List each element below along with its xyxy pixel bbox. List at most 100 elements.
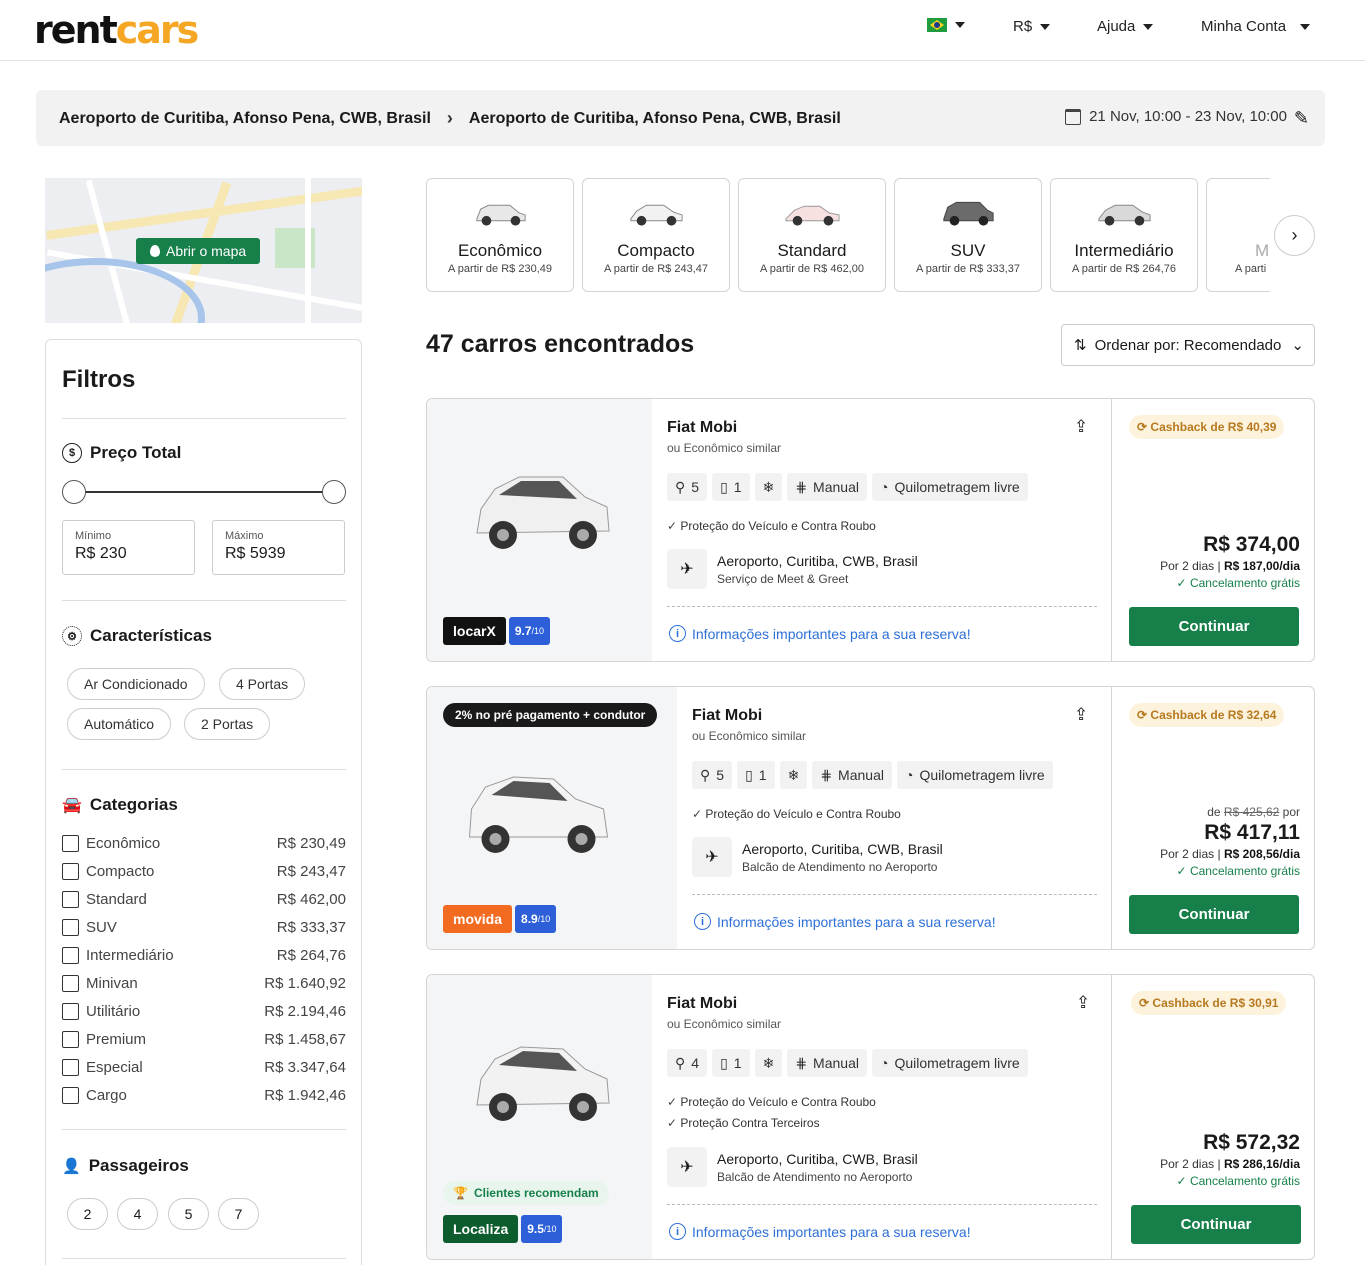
car-photo	[476, 1046, 610, 1121]
ac-feature: ❄	[754, 1049, 783, 1077]
continue-button[interactable]: Continuar	[1129, 607, 1299, 646]
checkbox[interactable]	[62, 947, 79, 964]
slider-max-handle[interactable]	[322, 480, 346, 504]
sort-dropdown[interactable]: ⇅ Ordenar por: Recomendado ⌄	[1061, 324, 1315, 366]
cashback-icon: ⟳	[1139, 996, 1150, 1010]
checkbox[interactable]	[62, 863, 79, 880]
passenger-option-7[interactable]: 7	[218, 1198, 259, 1230]
category-filter-economico[interactable]: Econômico R$ 230,49	[62, 834, 346, 854]
share-icon[interactable]: ⇪	[1076, 993, 1090, 1013]
search-summary-bar[interactable]: Aeroporto de Curitiba, Afonso Pena, CWB,…	[36, 90, 1325, 146]
category-tile-minivan-partial[interactable]: M A parti	[1206, 178, 1270, 292]
feature-chip-automatic[interactable]: Automático	[67, 708, 172, 740]
open-map-button[interactable]: Abrir o mapa	[136, 238, 261, 264]
price-range-slider[interactable]	[62, 480, 346, 504]
passenger-option-2[interactable]: 2	[67, 1198, 108, 1230]
map-river	[45, 258, 205, 323]
category-tile-standard[interactable]: Standard A partir de R$ 462,00	[738, 178, 886, 292]
person-icon: ⚲	[675, 478, 686, 495]
category-tile-suv[interactable]: SUV A partir de R$ 333,37	[894, 178, 1042, 292]
car-features: ⚲ 5 ▯ 1 ❄ ⋕ Manual ◔ Quilometragem livre	[667, 473, 1028, 501]
important-info-link[interactable]: i Informações importantes para a sua rese…	[669, 1223, 971, 1240]
car-features: ⚲ 4 ▯ 1 ❄ ⋕ Manual ◔ Quilometragem livre	[667, 1049, 1028, 1077]
category-filter-minivan[interactable]: Minivan R$ 1.640,92	[62, 974, 346, 994]
gearshift-icon: ⋕	[795, 1054, 808, 1071]
chevron-down-icon: ⌄	[1291, 337, 1304, 354]
divider	[692, 894, 1097, 895]
top-header: rentcars R$ Ajuda Minha Conta	[0, 0, 1365, 61]
rentcars-logo[interactable]: rentcars	[34, 8, 199, 52]
checkbox[interactable]	[62, 1003, 79, 1020]
feature-chip-4-doors[interactable]: 4 Portas	[219, 668, 306, 700]
car-photo	[476, 476, 610, 549]
gear-icon: ⚙	[62, 626, 82, 646]
account-menu[interactable]: Minha Conta	[1201, 18, 1311, 35]
category-tile-intermediario[interactable]: Intermediário A partir de R$ 264,76	[1050, 178, 1198, 292]
slider-min-handle[interactable]	[62, 480, 86, 504]
dollar-icon: $	[62, 443, 82, 463]
category-filter-especial[interactable]: Especial R$ 3.347,64	[62, 1058, 346, 1078]
ac-feature: ❄	[779, 761, 808, 789]
share-icon[interactable]: ⇪	[1074, 705, 1088, 725]
car-image-area: locarX 9.7/10	[427, 399, 652, 661]
checkbox[interactable]	[62, 1059, 79, 1076]
snowflake-icon: ❄	[787, 766, 800, 783]
speedometer-icon: ◔	[879, 479, 889, 495]
features-section-title: ⚙ Características	[62, 626, 212, 646]
speedometer-icon: ◔	[904, 767, 914, 783]
important-info-link[interactable]: i Informações importantes para a sua rese…	[694, 913, 996, 930]
checkbox[interactable]	[62, 1087, 79, 1104]
checkbox[interactable]	[62, 975, 79, 992]
map-pin-icon	[150, 245, 160, 257]
car-similar: ou Econômico similar	[667, 441, 782, 455]
country-selector[interactable]	[927, 18, 965, 32]
price-column: ⟳ Cashback de R$ 40,39 R$ 374,00 Por 2 d…	[1111, 399, 1314, 661]
continue-button[interactable]: Continuar	[1129, 895, 1299, 934]
divider	[62, 1129, 346, 1130]
important-info-link[interactable]: i Informações importantes para a sua rese…	[669, 625, 971, 642]
car-name: Fiat Mobi	[692, 707, 763, 724]
min-price-field[interactable]: Mínimo R$ 230	[62, 520, 195, 575]
passenger-option-4[interactable]: 4	[117, 1198, 158, 1230]
car-name: Fiat Mobi	[667, 995, 738, 1012]
checkbox[interactable]	[62, 919, 79, 936]
vendor-badge: Localiza 9.5/10	[443, 1215, 563, 1243]
transmission-feature: ⋕ Manual	[787, 1049, 867, 1077]
category-filter-utilitario[interactable]: Utilitário R$ 2.194,46	[62, 1002, 346, 1022]
checkbox[interactable]	[62, 835, 79, 852]
price-column: ⟳ Cashback de R$ 30,91 R$ 572,32 Por 2 d…	[1111, 975, 1314, 1259]
feature-chip-2-doors[interactable]: 2 Portas	[184, 708, 271, 740]
category-filter-suv[interactable]: SUV R$ 333,37	[62, 918, 346, 938]
chevron-right-icon: ›	[1291, 225, 1298, 245]
car-similar: ou Econômico similar	[667, 1017, 782, 1031]
category-tile-economico[interactable]: Econômico A partir de R$ 230,49	[426, 178, 574, 292]
car-icon: 🚘	[62, 797, 82, 814]
price-section-title: $ Preço Total	[62, 443, 181, 463]
category-filter-premium[interactable]: Premium R$ 1.458,67	[62, 1030, 346, 1050]
original-price: de R$ 425,62 por	[1207, 805, 1300, 819]
brazil-flag-icon	[927, 18, 947, 32]
snowflake-icon: ❄	[762, 478, 775, 495]
feature-chip-ac[interactable]: Ar Condicionado	[67, 668, 205, 700]
edit-search-icon[interactable]: ✎	[1294, 108, 1309, 129]
passenger-option-5[interactable]: 5	[168, 1198, 209, 1230]
next-categories-button[interactable]: ›	[1274, 215, 1315, 256]
checkbox[interactable]	[62, 1031, 79, 1048]
category-filter-cargo[interactable]: Cargo R$ 1.942,46	[62, 1086, 346, 1106]
currency-selector[interactable]: R$	[1013, 18, 1051, 35]
map-preview[interactable]: Abrir o mapa	[45, 178, 362, 323]
category-filter-compacto[interactable]: Compacto R$ 243,47	[62, 862, 346, 882]
continue-button[interactable]: Continuar	[1131, 1205, 1301, 1244]
category-filter-standard[interactable]: Standard R$ 462,00	[62, 890, 346, 910]
help-menu[interactable]: Ajuda	[1097, 18, 1154, 35]
pickup-info: ✈ Aeroporto, Curitiba, CWB, Brasil Balcão…	[667, 1147, 918, 1187]
passengers-feature: ⚲ 4	[667, 1049, 708, 1077]
passengers-section-title: 👤 Passageiros	[62, 1156, 189, 1175]
category-filter-intermediario[interactable]: Intermediário R$ 264,76	[62, 946, 346, 966]
max-price-field[interactable]: Máximo R$ 5939	[212, 520, 345, 575]
share-icon[interactable]: ⇪	[1074, 417, 1088, 437]
checkbox[interactable]	[62, 891, 79, 908]
pickup-location: Aeroporto de Curitiba, Afonso Pena, CWB,…	[59, 109, 431, 127]
category-tile-compacto[interactable]: Compacto A partir de R$ 243,47	[582, 178, 730, 292]
cashback-icon: ⟳	[1137, 708, 1148, 722]
